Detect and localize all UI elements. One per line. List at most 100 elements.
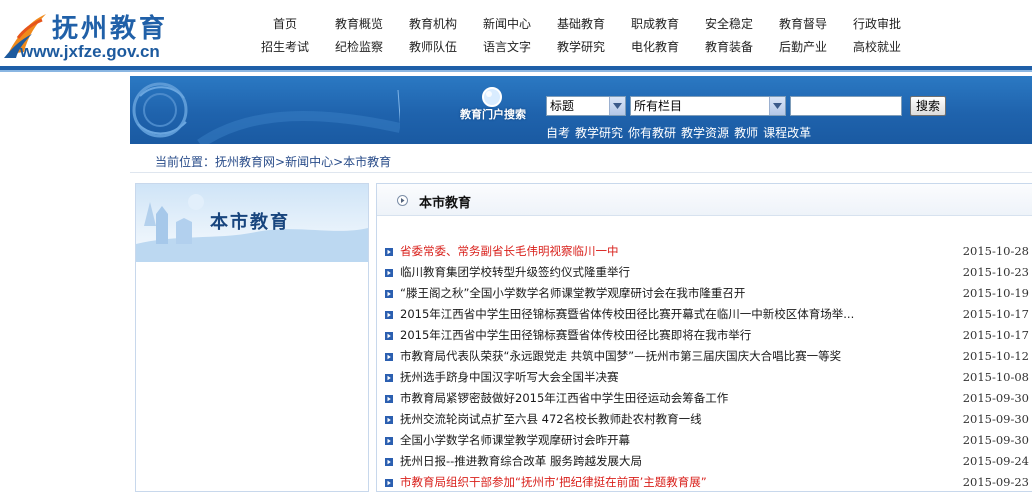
bullet-arrow-icon	[385, 395, 393, 403]
list-item[interactable]: 2015年江西省中学生田径锦标赛暨省体传校田径比赛即将在我市举行 2015-10-…	[385, 325, 1031, 346]
news-list: 省委常委、常务副省长毛伟明视察临川一中 2015-10-28 临川教育集团学校转型升…	[385, 241, 1031, 492]
nav-item-basic-education[interactable]: 基础教育	[544, 15, 618, 32]
nav-item-logistics[interactable]: 后勤产业	[766, 38, 840, 55]
news-date: 2015-10-17	[962, 328, 1029, 342]
news-title-link[interactable]: 市教育局组织干部参加“抚州市‘把纪律挺在前面’主题教育展”	[400, 472, 707, 492]
breadcrumb-separator: >	[333, 155, 344, 169]
news-date: 2015-10-08	[962, 370, 1029, 384]
news-title-link[interactable]: “滕王阁之秋”全国小学数学名师课堂教学观摩研讨会在我市隆重召开	[400, 283, 745, 304]
bullet-arrow-icon	[385, 479, 393, 487]
bullet-arrow-icon	[385, 437, 393, 445]
breadcrumb-item[interactable]: 新闻中心	[285, 155, 333, 169]
nav-item-teachers[interactable]: 教师队伍	[396, 38, 470, 55]
news-panel-header: 本市教育	[377, 184, 1032, 216]
search-column-value: 所有栏目	[634, 99, 683, 113]
list-item[interactable]: 临川教育集团学校转型升级签约仪式隆重举行 2015-10-23	[385, 262, 1031, 283]
bullet-arrow-icon	[385, 269, 393, 277]
nav-item-e-education[interactable]: 电化教育	[618, 38, 692, 55]
list-item[interactable]: 抚州日报--推进教育综合改革 服务跨越发展大局 2015-09-24	[385, 451, 1031, 472]
nav-item-equipment[interactable]: 教育装备	[692, 38, 766, 55]
list-item[interactable]: 市教育局代表队荣获“永远跟党走 共筑中国梦”—抚州市第三届庆国庆大合唱比赛一等奖…	[385, 346, 1031, 367]
nav-item-approval[interactable]: 行政审批	[840, 15, 914, 32]
search-button[interactable]: 搜索	[910, 96, 946, 116]
news-title-link[interactable]: 抚州交流轮岗试点扩至六县 472名校长教师赴农村教育一线	[400, 409, 702, 430]
portal-search-label: 教育门户搜索	[460, 108, 526, 121]
news-date: 2015-10-28	[962, 244, 1029, 258]
news-date: 2015-09-30	[962, 433, 1029, 447]
nav-item-safety[interactable]: 安全稳定	[692, 15, 766, 32]
news-title-link[interactable]: 市教育局紧锣密鼓做好2015年江西省中学生田径运动会筹备工作	[400, 388, 728, 409]
quick-link[interactable]: 教学研究	[575, 124, 623, 141]
logo-title: 抚州教育	[52, 14, 169, 44]
breadcrumb-item[interactable]: 本市教育	[343, 155, 391, 169]
news-date: 2015-10-19	[962, 286, 1029, 300]
nav-item-supervision[interactable]: 教育督导	[766, 15, 840, 32]
news-title-link[interactable]: 省委常委、常务副省长毛伟明视察临川一中	[400, 241, 619, 262]
quick-links: 自考 教学研究 你有教研 教学资源 教师 课程改革	[546, 124, 811, 141]
bullet-arrow-icon	[385, 311, 393, 319]
bullet-arrow-icon	[385, 332, 393, 340]
nav-item-admissions[interactable]: 招生考试	[248, 38, 322, 55]
news-date: 2015-10-23	[962, 265, 1029, 279]
news-date: 2015-09-24	[962, 454, 1029, 468]
list-item[interactable]: 2015年江西省中学生田径锦标赛暨省体传校田径比赛开幕式在临川一中新校区体育场举…	[385, 304, 1031, 325]
quick-link[interactable]: 课程改革	[763, 124, 811, 141]
news-title-link[interactable]: 2015年江西省中学生田径锦标赛暨省体传校田径比赛开幕式在临川一中新校区体育场举…	[400, 304, 854, 325]
quick-link[interactable]: 自考	[546, 124, 570, 141]
news-date: 2015-10-17	[962, 307, 1029, 321]
header-divider-bar	[0, 66, 1032, 72]
nav-item-language[interactable]: 语言文字	[470, 38, 544, 55]
search-type-select[interactable]: 标题	[546, 96, 626, 116]
sidebar-panel: 本市教育	[135, 183, 369, 492]
bullet-arrow-icon	[385, 248, 393, 256]
search-input[interactable]	[790, 96, 902, 116]
list-item[interactable]: 市教育局组织干部参加“抚州市‘把纪律挺在前面’主题教育展” 2015-09-23	[385, 472, 1031, 492]
bullet-arrow-icon	[385, 290, 393, 298]
search-type-value: 标题	[550, 99, 575, 113]
nav-item-overview[interactable]: 教育概览	[322, 15, 396, 32]
news-date: 2015-10-12	[962, 349, 1029, 363]
nav-item-news[interactable]: 新闻中心	[470, 15, 544, 32]
list-item[interactable]: “滕王阁之秋”全国小学数学名师课堂教学观摩研讨会在我市隆重召开 2015-10-1…	[385, 283, 1031, 304]
list-item[interactable]: 抚州选手跻身中国汉字听写大会全国半决赛 2015-10-08	[385, 367, 1031, 388]
logo-url: www.jxfze.gov.cn	[20, 42, 160, 61]
nav-item-vocational[interactable]: 职成教育	[618, 15, 692, 32]
site-logo[interactable]: 抚州教育 www.jxfze.gov.cn	[2, 6, 192, 62]
news-title-link[interactable]: 临川教育集团学校转型升级签约仪式隆重举行	[400, 262, 630, 283]
breadcrumb-prefix: 当前位置：	[155, 155, 216, 169]
bullet-arrow-icon	[385, 416, 393, 424]
nav-item-home[interactable]: 首页	[248, 15, 322, 32]
nav-item-institutions[interactable]: 教育机构	[396, 15, 470, 32]
list-item[interactable]: 省委常委、常务副省长毛伟明视察临川一中 2015-10-28	[385, 241, 1031, 262]
breadcrumb: 当前位置：抚州教育网>新闻中心>本市教育	[155, 153, 391, 170]
bullet-arrow-icon	[385, 458, 393, 466]
list-item[interactable]: 抚州交流轮岗试点扩至六县 472名校长教师赴农村教育一线 2015-09-30	[385, 409, 1031, 430]
quick-link[interactable]: 你有教研	[628, 124, 676, 141]
quick-link[interactable]: 教师	[734, 124, 758, 141]
nav-item-research[interactable]: 教学研究	[544, 38, 618, 55]
news-title-link[interactable]: 抚州日报--推进教育综合改革 服务跨越发展大局	[400, 451, 642, 472]
search-banner: 教育门户搜索 标题 所有栏目 搜索 自考 教学研究 你有教研 教学资源 教师 课…	[130, 76, 1032, 144]
news-title-link[interactable]: 市教育局代表队荣获“永远跟党走 共筑中国梦”—抚州市第三届庆国庆大合唱比赛一等奖	[400, 346, 841, 367]
sidebar-title: 本市教育	[210, 212, 290, 233]
list-item[interactable]: 全国小学数学名师课堂教学观摩研讨会昨开幕 2015-09-30	[385, 430, 1031, 451]
news-title-link[interactable]: 全国小学数学名师课堂教学观摩研讨会昨开幕	[400, 430, 630, 451]
breadcrumb-separator: >	[275, 155, 286, 169]
chevron-down-icon	[609, 97, 625, 115]
news-panel: 本市教育 省委常委、常务副省长毛伟明视察临川一中 2015-10-28 临川教育集团…	[376, 183, 1032, 492]
main-nav: 首页 教育概览 教育机构 新闻中心 基础教育 职成教育 安全稳定 教育督导 行政…	[248, 12, 928, 58]
news-date: 2015-09-30	[962, 391, 1029, 405]
breadcrumb-divider	[130, 172, 1032, 173]
nav-item-discipline[interactable]: 纪检监察	[322, 38, 396, 55]
quick-link[interactable]: 教学资源	[681, 124, 729, 141]
search-column-select[interactable]: 所有栏目	[630, 96, 786, 116]
list-item[interactable]: 市教育局紧锣密鼓做好2015年江西省中学生田径运动会筹备工作 2015-09-30	[385, 388, 1031, 409]
breadcrumb-item[interactable]: 抚州教育网	[215, 155, 275, 169]
chevron-down-icon	[769, 97, 785, 115]
nav-item-employment[interactable]: 高校就业	[840, 38, 914, 55]
bullet-arrow-icon	[385, 374, 393, 382]
news-title-link[interactable]: 2015年江西省中学生田径锦标赛暨省体传校田径比赛即将在我市举行	[400, 325, 751, 346]
news-date: 2015-09-30	[962, 412, 1029, 426]
search-form: 标题 所有栏目 搜索	[546, 96, 946, 116]
news-title-link[interactable]: 抚州选手跻身中国汉字听写大会全国半决赛	[400, 367, 619, 388]
